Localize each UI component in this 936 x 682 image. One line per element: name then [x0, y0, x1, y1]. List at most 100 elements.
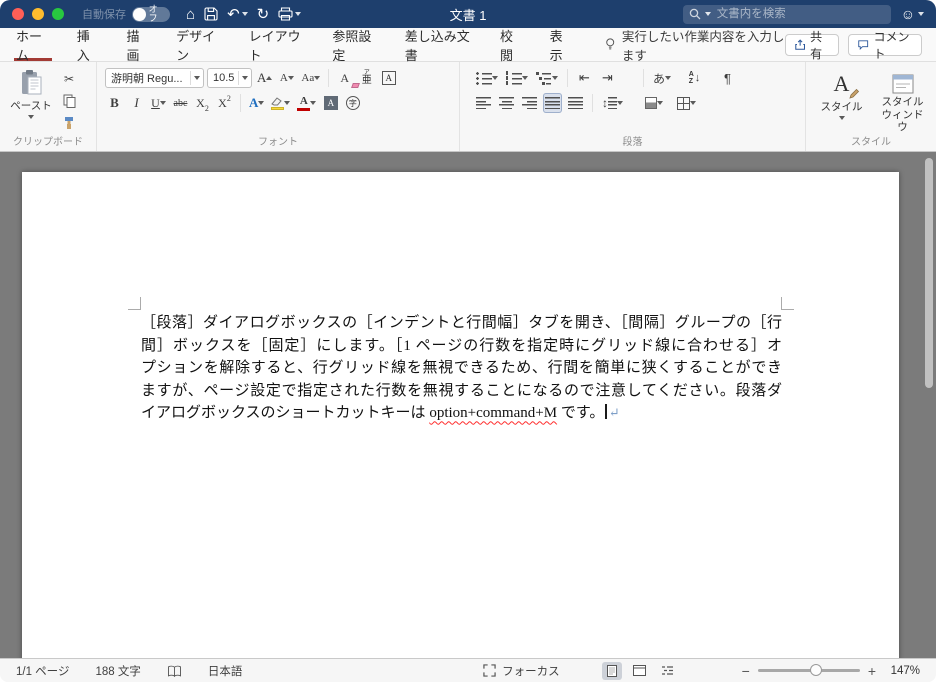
decrease-indent-button[interactable]: ⇤	[575, 68, 594, 88]
search-input[interactable]	[714, 7, 885, 21]
distribute-button[interactable]	[566, 93, 585, 113]
increase-indent-button[interactable]: ⇥	[598, 68, 617, 88]
page-indicator[interactable]: 1/1 ページ	[16, 663, 69, 679]
comments-label: コメント	[873, 29, 910, 61]
multilevel-list-button[interactable]	[534, 68, 560, 88]
font-family-combo[interactable]: 游明朝 Regu...	[105, 68, 204, 88]
borders-button[interactable]	[675, 93, 698, 113]
copy-button[interactable]	[59, 92, 79, 110]
divider	[238, 71, 239, 85]
grow-font-button[interactable]: A	[255, 68, 274, 88]
tab-mailings[interactable]: 差し込み文書	[403, 28, 475, 63]
zoom-slider-knob[interactable]	[809, 664, 822, 676]
subscript-button[interactable]: X2	[193, 93, 212, 113]
enclose-characters-button[interactable]: 字	[343, 93, 362, 113]
close-window-button[interactable]	[12, 8, 24, 20]
paragraph-row-1: ⇤ ⇥ あ AZ ↓ ¶	[474, 68, 801, 88]
word-count[interactable]: 188 文字	[95, 663, 140, 679]
tell-me-button[interactable]: 実行したい作業内容を入力します	[605, 28, 784, 63]
zoom-window-button[interactable]	[52, 8, 64, 20]
font-color-icon: A	[297, 95, 311, 111]
character-border-button[interactable]: A	[379, 68, 398, 88]
tab-layout[interactable]: レイアウト	[247, 28, 308, 63]
character-shading-button[interactable]: A	[321, 93, 340, 113]
change-case-button[interactable]: Aa	[299, 68, 322, 88]
tab-view[interactable]: 表示	[548, 28, 575, 63]
spellcheck-word: option+command+M	[429, 405, 558, 422]
focus-toggle[interactable]: フォーカス	[483, 663, 560, 679]
document-search[interactable]	[682, 4, 891, 24]
save-button[interactable]	[204, 7, 218, 21]
home-button[interactable]: ⌂	[186, 7, 195, 22]
shading-button[interactable]	[643, 93, 665, 113]
chevron-down-icon	[657, 101, 663, 105]
asian-layout-button[interactable]: あ	[651, 68, 673, 88]
document-page[interactable]: ［段落］ダイアログボックスの［インデントと行間幅］タブを開き、［間隔］グループの…	[22, 172, 899, 658]
underline-button[interactable]: U	[149, 93, 168, 113]
feedback-button[interactable]: ☺	[901, 6, 924, 22]
zoom-in-button[interactable]: +	[868, 664, 876, 678]
undo-button[interactable]: ↶	[227, 7, 248, 22]
redo-button[interactable]: ↻	[257, 7, 270, 22]
tab-references[interactable]: 参照設定	[330, 28, 379, 63]
proofing-status-button[interactable]	[167, 665, 182, 677]
comments-button[interactable]: コメント	[848, 30, 922, 61]
superscript-button[interactable]: X2	[215, 93, 234, 113]
bullets-button[interactable]	[474, 68, 500, 88]
highlight-button[interactable]	[269, 93, 292, 113]
tab-review[interactable]: 校閲	[498, 28, 525, 63]
justify-button[interactable]	[543, 93, 562, 113]
line-spacing-button[interactable]: ↕	[600, 93, 625, 113]
divider	[190, 71, 191, 85]
chevron-down-icon[interactable]	[295, 12, 302, 16]
show-formatting-marks-button[interactable]: ¶	[718, 68, 737, 88]
clear-formatting-button[interactable]: A	[335, 68, 361, 88]
chevron-down-icon	[838, 115, 845, 120]
minimize-window-button[interactable]	[32, 8, 44, 20]
divider	[240, 94, 241, 112]
numbered-list-icon	[506, 71, 522, 85]
strikethrough-button[interactable]: abc	[171, 93, 190, 113]
autosave-toggle[interactable]: オフ	[132, 5, 170, 23]
scissors-icon: ✂	[63, 72, 75, 86]
font-size-combo[interactable]: 10.5	[207, 68, 252, 88]
text-effects-button[interactable]: A	[247, 93, 266, 113]
zoom-slider[interactable]	[757, 664, 860, 676]
print-button[interactable]	[278, 7, 302, 21]
italic-button[interactable]: I	[127, 93, 146, 113]
view-web-layout-button[interactable]	[630, 662, 650, 680]
paste-button[interactable]: ペースト	[6, 67, 56, 135]
styles-window-button[interactable]: スタイル ウィンドウ	[875, 67, 930, 135]
tab-home[interactable]: ホーム	[14, 28, 52, 63]
font-color-button[interactable]: A	[295, 93, 318, 113]
shrink-font-button[interactable]: A	[277, 68, 296, 88]
cut-button[interactable]: ✂	[59, 70, 79, 88]
view-outline-button[interactable]	[658, 662, 678, 680]
chevron-down-icon[interactable]	[241, 12, 248, 16]
format-painter-button[interactable]	[59, 114, 79, 132]
language-indicator[interactable]: 日本語	[208, 663, 243, 679]
view-print-layout-button[interactable]	[601, 661, 622, 680]
numbering-button[interactable]	[504, 68, 530, 88]
share-button[interactable]: 共有	[784, 30, 840, 61]
tab-design[interactable]: デザイン	[174, 28, 223, 63]
vertical-scrollbar-thumb[interactable]	[925, 158, 933, 388]
align-center-button[interactable]	[497, 93, 516, 113]
search-scope-chevron-icon[interactable]	[704, 12, 711, 16]
zoom-out-button[interactable]: −	[742, 664, 750, 678]
styles-button[interactable]: A スタイル	[814, 67, 869, 135]
font-size-value: 10.5	[213, 72, 235, 84]
align-left-button[interactable]	[474, 93, 493, 113]
bold-button[interactable]: B	[105, 93, 124, 113]
tab-insert[interactable]: 挿入	[75, 28, 102, 63]
divider	[328, 69, 330, 87]
align-right-button[interactable]	[520, 93, 539, 113]
tab-draw[interactable]: 描画	[124, 28, 151, 63]
paste-label: ペースト	[10, 100, 52, 112]
styles-label: スタイル	[820, 101, 863, 113]
sort-button[interactable]: AZ ↓	[685, 68, 704, 88]
phonetic-guide-button[interactable]: ア 亜	[357, 68, 376, 88]
document-text[interactable]: ［段落］ダイアログボックスの［インデントと行間幅］タブを開き、［間隔］グループの…	[141, 312, 782, 425]
zoom-level[interactable]: 147%	[884, 665, 920, 677]
font-family-value: 游明朝 Regu...	[111, 73, 183, 85]
